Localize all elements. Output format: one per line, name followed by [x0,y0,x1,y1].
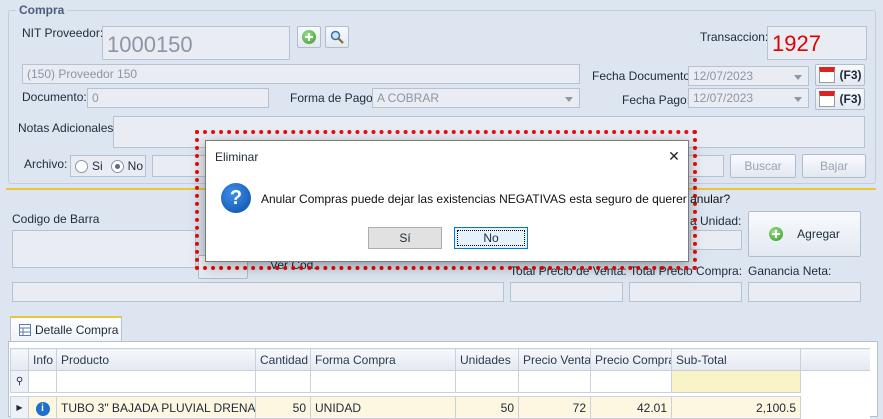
unidad-label: a Unidad: [690,214,742,228]
fecha-documento-calendar-button[interactable]: (F3) [815,64,865,86]
f3-shortcut: (F3) [839,68,862,82]
archivo-label: Archivo: [24,157,68,171]
info-cell[interactable]: i [28,396,57,419]
buscar-button[interactable]: Buscar [730,154,796,178]
grid-icon [19,324,31,336]
nit-input[interactable]: 1000150 [102,26,290,60]
dialog-message: Anular Compras puede dejar las existenci… [261,192,731,206]
tab-label: Detalle Compra [35,323,119,337]
precio-compra-cell[interactable]: 42.01 [590,396,672,419]
fecha-pago-select[interactable]: 12/07/2023 [688,88,809,108]
pin-icon: ⚲ [10,370,29,393]
col-header-empty [800,348,870,371]
buscar-label: Buscar [744,159,782,173]
documento-input[interactable]: 0 [87,88,269,108]
forma-pago-select[interactable]: A COBRAR [372,88,580,108]
row-indicator: ▶ [10,396,29,419]
col-header[interactable]: Producto [56,348,256,371]
fecha-pago-calendar-button[interactable]: (F3) [815,88,865,110]
fecha-pago-label: Fecha Pago: [622,93,691,107]
agregar-label: Agregar [797,227,840,241]
transaccion-label: Transaccion: [700,30,769,44]
total-venta-field [510,282,623,302]
search-icon [330,30,344,44]
col-header[interactable]: Cantidad [255,348,311,371]
nit-label: NIT Proveedor: [22,26,104,40]
proveedor-name-field: (150) Proveedor 150 [22,64,580,84]
fecha-documento-select[interactable]: 12/07/2023 [688,66,809,86]
bajar-label: Bajar [819,159,848,173]
fecha-documento-label: Fecha Documento: [592,69,694,83]
documento-label: Documento: [22,90,87,104]
table-row[interactable]: ▶ i TUBO 3" BAJADA PLUVIAL DRENAJE ... 5… [10,396,870,419]
col-header[interactable]: Sub-Total [671,348,801,371]
radio-no-label: No [127,159,144,173]
dialog-no-button[interactable]: No [454,227,528,249]
total-compra-field [629,282,742,302]
dialog-title: Eliminar [215,150,259,164]
cantidad-cell[interactable]: 50 [255,396,311,419]
col-header[interactable]: Precio Compra [590,348,672,371]
calendar-icon [818,91,835,107]
compra-group-title: Compra [16,3,68,17]
col-header[interactable]: Forma Compra [310,348,456,371]
notas-label: Notas Adicionales: [18,121,117,135]
descripcion-field [12,282,504,302]
add-icon [302,30,316,44]
dialog-yes-button[interactable]: Sí [368,227,442,249]
col-header[interactable]: Info [28,348,57,371]
radio-si[interactable] [75,159,88,173]
radio-no[interactable] [110,159,124,173]
search-provider-button[interactable] [325,26,349,48]
col-header[interactable]: Precio Venta [518,348,591,371]
ganancia-field [748,282,861,302]
producto-cell[interactable]: TUBO 3" BAJADA PLUVIAL DRENAJE ... [56,396,256,419]
ganancia-label: Ganancia Neta: [748,264,832,278]
add-icon [769,227,784,241]
subtotal-cell[interactable]: 2,100.5 [671,396,801,419]
bajar-button[interactable]: Bajar [802,154,866,178]
archivo-radio-group: Si No [70,155,146,177]
row-header-corner [10,348,29,371]
detalle-grid[interactable]: Info Producto Cantidad Forma Compra Unid… [10,348,870,419]
confirm-dialog: Eliminar ✕ ? Anular Compras puede dejar … [205,140,730,262]
agregar-button[interactable]: Agregar [748,211,861,257]
forma-pago-label: Forma de Pago: [290,91,377,105]
tab-detalle-compra[interactable]: Detalle Compra [10,316,122,342]
precio-venta-cell[interactable]: 72 [518,396,591,419]
forma-compra-cell[interactable]: UNIDAD [310,396,456,419]
add-provider-button[interactable] [297,26,321,48]
transaccion-value: 1927 [767,26,867,60]
unidad-field[interactable] [690,230,742,250]
codigo-barra-label: Codigo de Barra [12,212,100,226]
info-icon: i [35,401,50,416]
codigo-barra-input[interactable] [12,230,196,268]
calendar-icon [818,67,835,83]
unidades-cell[interactable]: 50 [455,396,519,419]
f3-shortcut: (F3) [839,92,862,106]
filter-row[interactable]: ⚲ [10,370,871,393]
col-header[interactable]: Unidades [455,348,519,371]
dialog-close-button[interactable]: ✕ [662,145,686,167]
radio-si-label: Si [92,159,103,173]
question-icon: ? [221,183,251,213]
